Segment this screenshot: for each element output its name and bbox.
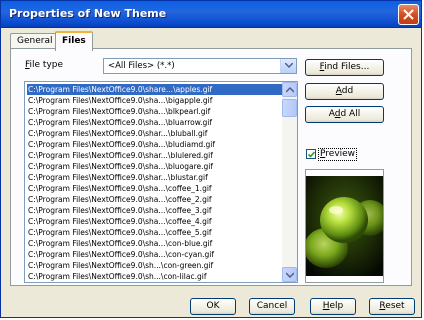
scroll-thumb[interactable] — [282, 99, 297, 117]
file-list-item[interactable]: C:\Program Files\NextOffice9.0\shar...\b… — [27, 150, 282, 161]
file-list-item[interactable]: C:\Program Files\NextOffice9.0\sha...\bl… — [27, 117, 282, 128]
find-files-button[interactable]: Find Files... — [305, 59, 384, 76]
file-list-item[interactable]: C:\Program Files\NextOffice9.0\sha...\co… — [27, 249, 282, 260]
add-all-button[interactable]: Add All — [305, 106, 384, 123]
tab-general[interactable]: General — [10, 33, 60, 49]
close-button[interactable] — [398, 4, 419, 25]
chevron-down-icon — [285, 63, 293, 69]
file-list-item[interactable]: C:\Program Files\NextOffice9.0\sha...\bl… — [27, 139, 282, 150]
file-list-item[interactable]: C:\Program Files\NextOffice9.0\sha...\bi… — [27, 95, 282, 106]
file-list-item[interactable]: C:\Program Files\NextOffice9.0\sh...\con… — [27, 260, 282, 271]
reset-button[interactable]: Reset — [369, 298, 415, 315]
preview-label[interactable]: Preview — [318, 148, 358, 161]
file-list-item[interactable]: C:\Program Files\NextOffice9.0\share...\… — [27, 84, 282, 95]
chevron-up-icon — [286, 87, 294, 93]
file-list-item[interactable]: C:\Program Files\NextOffice9.0\sha...\co… — [27, 194, 282, 205]
scroll-down-button[interactable] — [282, 267, 297, 282]
tab-files[interactable]: Files — [55, 31, 93, 51]
window-title: Properties of New Theme — [9, 7, 167, 20]
file-list-item[interactable]: C:\Program Files\NextOffice9.0\sha...\co… — [27, 238, 282, 249]
scroll-up-button[interactable] — [282, 82, 297, 97]
file-list-item[interactable]: C:\Program Files\NextOffice9.0\sha...\bl… — [27, 161, 282, 172]
file-type-select[interactable]: <All Files> (*.*) — [103, 58, 297, 74]
file-list-item[interactable]: C:\Program Files\NextOffice9.0\shar...\b… — [27, 128, 282, 139]
file-list-item[interactable]: C:\Program Files\NextOffice9.0\sha...\co… — [27, 227, 282, 238]
dropdown-arrow-button[interactable] — [280, 59, 296, 73]
help-button[interactable]: Help — [310, 298, 356, 315]
file-type-label: File type — [25, 60, 64, 70]
file-list-item[interactable]: C:\Program Files\NextOffice9.0\sha...\bl… — [27, 106, 282, 117]
file-list-item[interactable]: C:\Program Files\NextOffice9.0\sh...\con… — [27, 271, 282, 282]
file-list-item[interactable]: C:\Program Files\NextOffice9.0\sha...\co… — [27, 205, 282, 216]
file-list-item[interactable]: C:\Program Files\NextOffice9.0\sha...\co… — [27, 216, 282, 227]
list-scrollbar[interactable] — [282, 82, 297, 282]
file-list-item[interactable]: C:\Program Files\NextOffice9.0\shar...\b… — [27, 172, 282, 183]
file-type-value: <All Files> (*.*) — [108, 61, 175, 71]
ok-button[interactable]: OK — [190, 298, 236, 315]
chevron-down-icon — [286, 272, 294, 278]
image-preview — [305, 169, 384, 283]
add-button[interactable]: Add — [305, 83, 384, 100]
file-list[interactable]: C:\Program Files\NextOffice9.0\share...\… — [24, 81, 298, 283]
checkmark-icon — [308, 151, 315, 158]
cancel-button[interactable]: Cancel — [249, 298, 295, 315]
close-icon — [403, 9, 414, 20]
preview-checkbox[interactable] — [306, 149, 316, 159]
apples-preview-image — [306, 170, 383, 282]
file-list-item[interactable]: C:\Program Files\NextOffice9.0\sha...\co… — [27, 183, 282, 194]
title-bar[interactable]: Properties of New Theme — [1, 1, 421, 28]
